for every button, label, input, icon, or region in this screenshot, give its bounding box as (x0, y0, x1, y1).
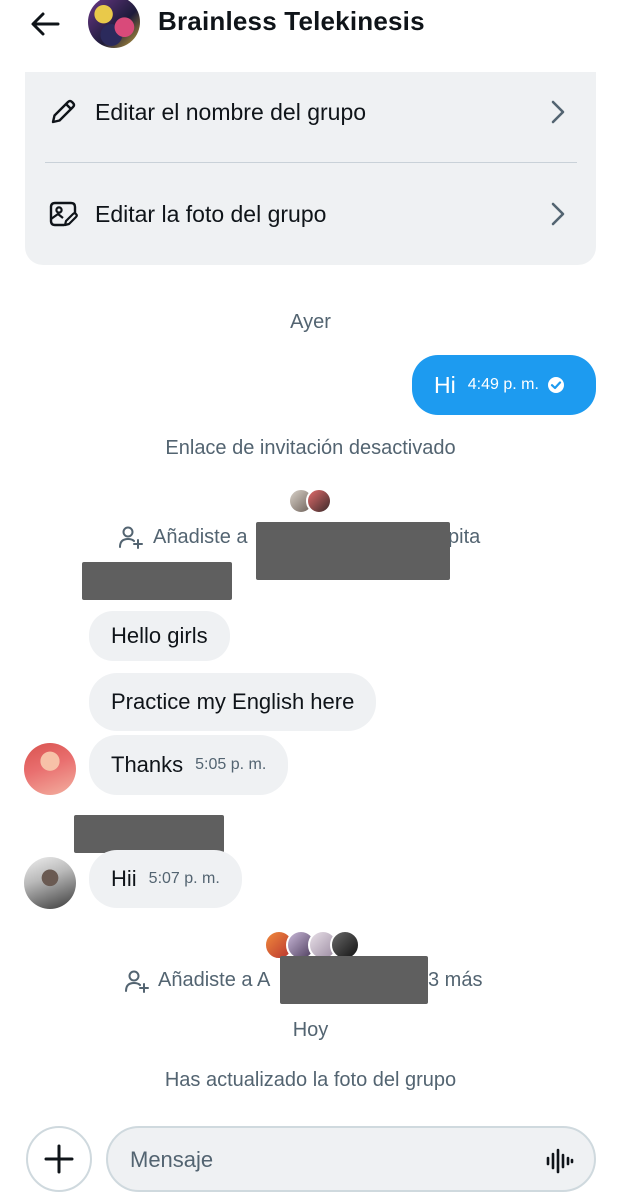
chevron-right-icon (551, 100, 565, 124)
read-check-icon (547, 377, 564, 393)
added-users-suffix: 3 más (428, 969, 483, 991)
date-separator: Hoy (292, 1019, 329, 1041)
option-label: Editar el nombre del grupo (95, 98, 367, 125)
group-avatar[interactable] (88, 0, 140, 48)
redaction (74, 815, 224, 853)
add-user-icon (125, 970, 149, 993)
incoming-message[interactable]: Hello girls (89, 611, 230, 661)
incoming-message[interactable]: Hii 5:07 p. m. (89, 850, 242, 908)
added-users-avatars (288, 488, 334, 518)
added-users-suffix: pita (448, 526, 481, 548)
message-input[interactable] (130, 1144, 510, 1176)
incoming-message[interactable]: Thanks 5:05 p. m. (89, 735, 289, 795)
sender-avatar[interactable] (24, 743, 76, 795)
message-time: 5:05 p. m. (195, 756, 267, 773)
message-text: Hi (434, 371, 456, 398)
outgoing-message[interactable]: Hi 4:49 p. m. (412, 355, 596, 415)
divider (45, 162, 577, 163)
add-user-icon (119, 526, 143, 549)
added-users-prefix: Añadiste a (153, 526, 248, 548)
incoming-message[interactable]: Practice my English here (89, 673, 377, 731)
edit-group-name-option[interactable]: Editar el nombre del grupo (25, 72, 596, 152)
message-text: Practice my English here (111, 689, 355, 714)
pencil-icon (51, 99, 76, 124)
photo-edit-icon (49, 201, 78, 227)
arrow-left-icon (31, 12, 60, 36)
chevron-right-icon (551, 202, 565, 226)
option-label: Editar la foto del grupo (95, 200, 327, 227)
group-title: Brainless Telekinesis (158, 6, 425, 36)
message-time: 5:07 p. m. (148, 870, 220, 887)
date-separator: Ayer (290, 311, 331, 333)
voice-message-icon[interactable] (544, 1146, 574, 1176)
redaction (280, 956, 428, 1004)
back-button[interactable] (22, 4, 68, 44)
system-message: Enlace de invitación desactivado (165, 437, 456, 459)
message-composer (106, 1126, 596, 1192)
plus-icon (44, 1144, 74, 1174)
message-text: Hii (111, 866, 137, 891)
message-text: Hello girls (111, 623, 208, 648)
avatar (306, 488, 332, 514)
redaction (82, 562, 232, 600)
system-message: Has actualizado la foto del grupo (164, 1069, 457, 1091)
sender-avatar[interactable] (24, 857, 76, 909)
message-time: 4:49 p. m. (467, 376, 539, 393)
add-media-button[interactable] (26, 1126, 92, 1192)
group-options-card: Editar el nombre del grupo Editar la fot… (25, 72, 596, 265)
added-users-prefix: Añadiste a A (158, 969, 271, 991)
edit-group-photo-option[interactable]: Editar la foto del grupo (25, 174, 596, 254)
message-text: Thanks (111, 752, 184, 777)
redaction (256, 522, 450, 580)
